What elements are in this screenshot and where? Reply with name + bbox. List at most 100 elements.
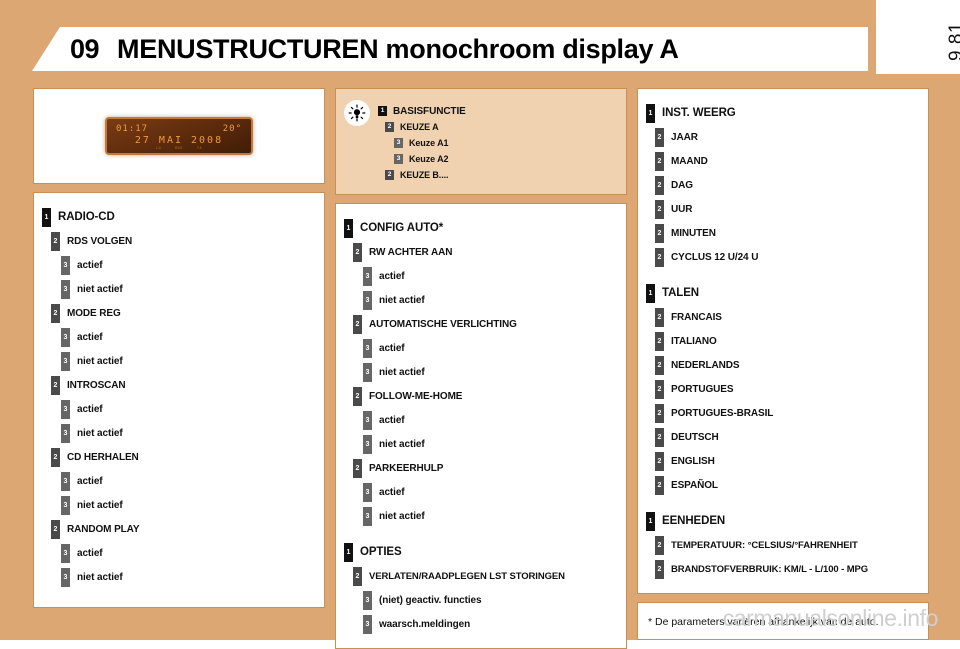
menu-row-level-2: 2 MAAND: [646, 149, 920, 173]
level-badge-2: 2: [655, 403, 664, 423]
level-badge-3: 3: [61, 471, 70, 491]
menu-row-label: actief: [379, 342, 405, 354]
level-badge-2: 2: [655, 127, 664, 147]
menu-row-label: (niet) geactiv. functies: [379, 594, 482, 606]
level-badge-2: 2: [353, 458, 362, 478]
level-badge-3: 3: [61, 327, 70, 347]
content-columns: 01:17 20° 27 MAI 2008 LO RDS TA 1 RADIO-C…: [33, 88, 930, 649]
menu-row-label: actief: [379, 270, 405, 282]
menu-row-label: RADIO-CD: [58, 211, 115, 223]
menu-row-label: DAG: [671, 179, 693, 191]
level-badge-3: 3: [363, 506, 372, 526]
level-badge-2: 2: [51, 447, 60, 467]
menu-row-level-2: 2 AUTOMATISCHE VERLICHTING: [344, 312, 618, 336]
legend-card: 1 BASISFUNCTIE 2 KEUZE A 3 Keuze A1 3 Keuze A2 2…: [335, 88, 627, 195]
level-badge-2: 2: [655, 475, 664, 495]
level-badge-2: 2: [655, 451, 664, 471]
level-badge-2: 2: [655, 535, 664, 555]
menu-row-label: AUTOMATISCHE VERLICHTING: [369, 318, 517, 330]
menu-row-level-1: 1 EENHEDEN: [646, 509, 920, 533]
menu-row-label: CYCLUS 12 U/24 U: [671, 251, 759, 263]
chapter-header-banner: 09 MENUSTRUCTUREN monochroom display A: [32, 27, 868, 71]
menu-row-level-2: 2 NEDERLANDS: [646, 353, 920, 377]
level-badge-2: 2: [655, 199, 664, 219]
menu-row-label: ESPAÑOL: [671, 479, 718, 491]
level-badge-3: 3: [363, 482, 372, 502]
menu-row-level-3: 3 niet actief: [42, 277, 316, 301]
level-badge-2: 2: [655, 379, 664, 399]
menu-row-level-1: 1 TALEN: [646, 281, 920, 305]
menu-row-level-2: 2 KEUZE B....: [378, 167, 466, 183]
level-badge-3: 3: [61, 543, 70, 563]
menu-row-label: actief: [77, 331, 103, 343]
level-badge-3: 3: [363, 338, 372, 358]
menu-row-level-3: 3 niet actief: [42, 493, 316, 517]
lcd-indicator-lo: LO: [155, 146, 162, 150]
level-badge-2: 2: [655, 331, 664, 351]
menu-row-label: UUR: [671, 203, 693, 215]
menu-row-label: KEUZE A: [400, 122, 439, 132]
menu-row-label: BRANDSTOFVERBRUIK: KM/L - L/100 - MPG: [671, 563, 869, 575]
level-badge-2: 2: [51, 303, 60, 323]
menu-row-label: PORTUGUES-BRASIL: [671, 407, 774, 419]
level-badge-3: 3: [61, 423, 70, 443]
menu-row-level-3: 3 niet actief: [42, 565, 316, 589]
menu-row-label: EENHEDEN: [662, 515, 726, 527]
menu-row-level-2: 2 RW ACHTER AAN: [344, 240, 618, 264]
menu-row-level-2: 2 CYCLUS 12 U/24 U: [646, 245, 920, 269]
menu-card-radio-cd: 1 RADIO-CD 2 RDS VOLGEN 3 actief 3 niet actief 2…: [33, 192, 325, 608]
menu-row-label: ITALIANO: [671, 335, 717, 347]
menu-row-label: actief: [379, 486, 405, 498]
lcd-temperature: 20°: [222, 124, 242, 134]
menu-row-level-3: 3 niet actief: [344, 504, 618, 528]
menu-row-label: TEMPERATUUR: °CELSIUS/°FAHRENHEIT: [671, 539, 858, 551]
level-badge-2: 2: [655, 223, 664, 243]
lcd-indicator-rds: RDS: [175, 146, 183, 150]
menu-row-label: KEUZE B....: [400, 170, 449, 180]
level-badge-1: 1: [42, 207, 51, 227]
menu-row-label: niet actief: [77, 355, 123, 367]
menu-row-level-3: 3 Keuze A2: [378, 151, 466, 167]
menu-row-label: niet actief: [379, 294, 425, 306]
menu-row-level-1: 1 CONFIG AUTO*: [344, 216, 618, 240]
menu-row-label: MINUTEN: [671, 227, 716, 239]
menu-row-level-2: 2 MINUTEN: [646, 221, 920, 245]
level-badge-2: 2: [385, 170, 394, 180]
menu-row-label: MODE REG: [67, 307, 121, 319]
level-badge-1: 1: [344, 542, 353, 562]
level-badge-2: 2: [353, 242, 362, 262]
menu-row-label: CONFIG AUTO*: [360, 222, 444, 234]
level-badge-3: 3: [61, 279, 70, 299]
menu-row-level-2: 2 MODE REG: [42, 301, 316, 325]
menu-row-level-3: 3 actief: [344, 264, 618, 288]
menu-row-level-2: 2 ESPAÑOL: [646, 473, 920, 497]
menu-row-level-3: 3 actief: [42, 325, 316, 349]
menu-rows: 1 RADIO-CD 2 RDS VOLGEN 3 actief 3 niet actief 2…: [42, 205, 316, 589]
column-middle: 1 BASISFUNCTIE 2 KEUZE A 3 Keuze A1 3 Keuze A2 2…: [335, 88, 627, 649]
menu-row-level-1: 1 INST. WEERG: [646, 101, 920, 125]
menu-row-level-2: 2 UUR: [646, 197, 920, 221]
menu-row-label: actief: [77, 403, 103, 415]
menu-row-label: RANDOM PLAY: [67, 523, 140, 535]
level-badge-2: 2: [51, 519, 60, 539]
menu-row-level-2: 2 FRANCAIS: [646, 305, 920, 329]
menu-row-label: FOLLOW-ME-HOME: [369, 390, 463, 402]
menu-row-level-2: 2 DEUTSCH: [646, 425, 920, 449]
level-badge-2: 2: [51, 375, 60, 395]
level-badge-2: 2: [353, 566, 362, 586]
menu-row-level-2: 2 JAAR: [646, 125, 920, 149]
menu-row-label: TALEN: [662, 287, 699, 299]
menu-row-label: INST. WEERG: [662, 107, 736, 119]
level-badge-3: 3: [61, 567, 70, 587]
menu-row-level-2: 2 INTROSCAN: [42, 373, 316, 397]
menu-row-label: BASISFUNCTIE: [393, 105, 466, 117]
level-badge-2: 2: [353, 314, 362, 334]
menu-row-label: actief: [77, 475, 103, 487]
menu-row-level-2: 2 KEUZE A: [378, 119, 466, 135]
menu-row-label: RW ACHTER AAN: [369, 246, 453, 258]
menu-row-level-3: 3 niet actief: [344, 360, 618, 384]
level-badge-3: 3: [363, 290, 372, 310]
menu-row-label: ENGLISH: [671, 455, 715, 467]
menu-rows: 1 CONFIG AUTO* 2 RW ACHTER AAN 3 actief 3 niet …: [344, 216, 618, 636]
menu-row-level-2: 2 PORTUGUES: [646, 377, 920, 401]
